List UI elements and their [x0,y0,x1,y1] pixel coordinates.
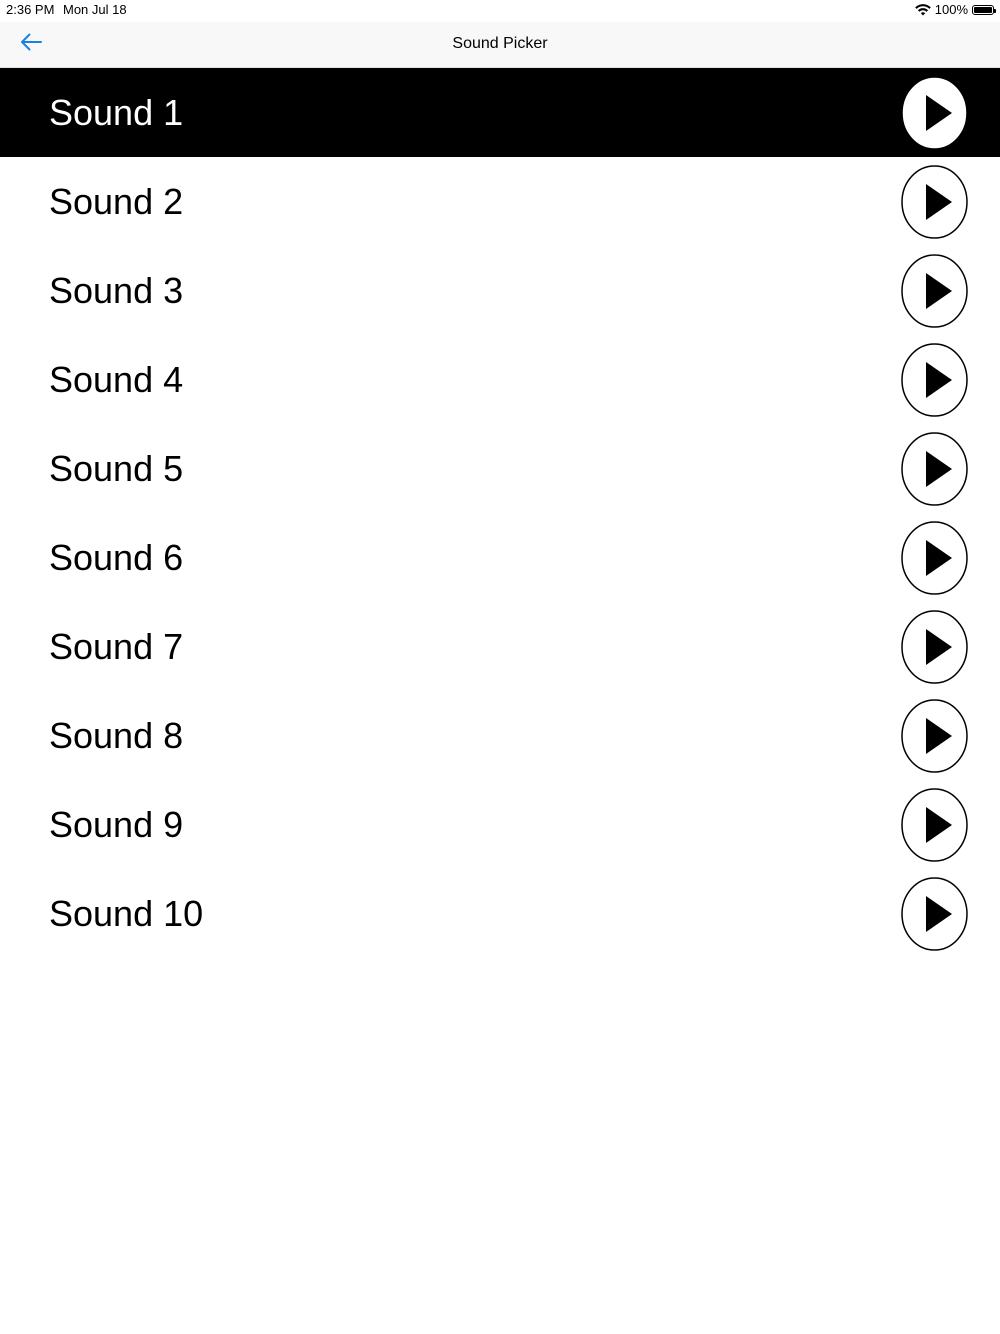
sound-list: Sound 1 Sound 2 Sound 3 Sound 4 Sound 5 Sound… [0,68,1000,958]
battery-icon [972,4,996,15]
status-bar: 2:36 PM Mon Jul 18 100% [0,0,1000,22]
status-time: 2:36 PM [6,2,55,17]
sound-label: Sound 10 [49,892,204,934]
play-button[interactable] [901,609,968,684]
page-title: Sound Picker [452,35,548,52]
sound-row[interactable]: Sound 8 [0,691,1000,780]
play-icon [901,698,968,773]
play-icon [901,342,968,417]
sound-row[interactable]: Sound 3 [0,246,1000,335]
play-icon [901,876,968,951]
sound-label: Sound 5 [49,447,184,489]
status-indicators: 100% [914,2,996,17]
sound-label: Sound 9 [49,803,184,845]
status-date: Mon Jul 18 [63,2,127,17]
sound-label: Sound 3 [49,269,184,311]
navigation-bar: Sound Picker [0,22,1000,68]
play-button[interactable] [901,787,968,862]
sound-label: Sound 1 [49,91,184,133]
sound-label: Sound 7 [49,625,184,667]
play-icon [901,431,968,506]
play-button[interactable] [901,520,968,595]
play-button[interactable] [901,431,968,506]
sound-label: Sound 6 [49,536,184,578]
sound-label: Sound 2 [49,180,184,222]
sound-row[interactable]: Sound 6 [0,513,1000,602]
play-icon [901,609,968,684]
play-icon [901,253,968,328]
play-button[interactable] [901,698,968,773]
play-button[interactable] [901,253,968,328]
play-icon [901,75,968,150]
play-icon [901,787,968,862]
sound-row[interactable]: Sound 2 [0,157,1000,246]
battery-fill [974,6,992,13]
sound-row[interactable]: Sound 10 [0,869,1000,958]
sound-row[interactable]: Sound 9 [0,780,1000,869]
play-button[interactable] [901,876,968,951]
wifi-icon [914,3,931,16]
battery-percent: 100% [934,2,968,17]
sound-label: Sound 8 [49,714,184,756]
sound-row[interactable]: Sound 5 [0,424,1000,513]
play-icon [901,164,968,239]
sound-label: Sound 4 [49,358,184,400]
play-button[interactable] [901,75,968,150]
sound-row[interactable]: Sound 7 [0,602,1000,691]
play-icon [901,520,968,595]
play-button[interactable] [901,164,968,239]
play-button[interactable] [901,342,968,417]
sound-row[interactable]: Sound 1 [0,68,1000,157]
sound-row[interactable]: Sound 4 [0,335,1000,424]
